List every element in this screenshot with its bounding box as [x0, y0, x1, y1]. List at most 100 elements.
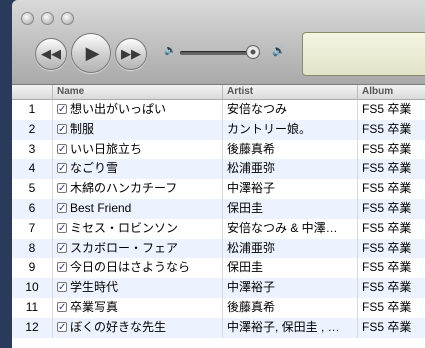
track-number: 8 [28, 240, 36, 255]
track-name: 制服 [70, 121, 95, 136]
track-name-cell: 木綿のハンカチーフ [52, 179, 222, 199]
track-album: FS5 卒業 [357, 297, 425, 318]
track-row[interactable]: 9 今日の日はさようなら 保田圭FS5 卒業 [12, 258, 425, 279]
track-list: 1想い出がいっぱい安倍なつみFS5 卒業2制服カントリー娘。FS5 卒業3いい日… [12, 100, 425, 348]
track-number: 3 [28, 141, 36, 156]
play-icon: ▶ [85, 42, 100, 63]
zoom-window-button[interactable] [61, 12, 74, 25]
track-album: FS5 卒業 [357, 317, 425, 338]
track-number: 6 [28, 200, 36, 215]
track-name-cell: 学生時代 [52, 278, 222, 298]
column-header: Name Artist Album [12, 85, 425, 100]
minimize-window-button[interactable] [41, 12, 54, 25]
track-enabled-checkbox[interactable] [57, 179, 67, 199]
previous-track-button[interactable]: ◀◀ [35, 38, 67, 70]
track-artist: カントリー娘。 [222, 119, 357, 140]
track-row[interactable]: 6 Best Friend 保田圭FS5 卒業 [12, 198, 425, 219]
track-artist: 保田圭 [222, 198, 357, 219]
track-name: なごり雪 [70, 161, 119, 176]
track-name-cell: 今日の日はさようなら [52, 258, 222, 279]
track-album: FS5 卒業 [357, 278, 425, 298]
track-name: ミセス・ロビンソン [70, 220, 179, 235]
track-row[interactable]: 12 ぼくの好きな先生 中澤裕子, 保田圭 , …FS5 卒業 [12, 317, 425, 338]
track-artist: 後藤真希 [222, 297, 357, 318]
track-name-cell: 制服 [52, 119, 222, 140]
track-row[interactable]: 10 学生時代 中澤裕子FS5 卒業 [12, 278, 425, 298]
track-album: FS5 卒業 [357, 218, 425, 239]
track-row[interactable]: 7 ミセス・ロビンソン 安倍なつみ & 中澤…FS5 卒業 [12, 218, 425, 239]
itunes-window: ◀◀ ▶ ▶▶ 🔈 🔊 Name Artist Album 1想い出がいっぱい安… [12, 0, 425, 348]
column-header-artist[interactable]: Artist [222, 85, 357, 99]
track-number: 1 [28, 102, 36, 116]
track-row[interactable]: 11 卒業写真 後藤真希FS5 卒業 [12, 297, 425, 318]
track-album: FS5 卒業 [357, 198, 425, 219]
track-name-cell: Best Friend [52, 198, 222, 219]
track-artist: 松浦亜弥 [222, 159, 357, 180]
empty-row [12, 338, 425, 348]
play-button[interactable]: ▶ [71, 33, 111, 73]
track-name-cell: スカボロー・フェア [52, 238, 222, 259]
track-enabled-checkbox[interactable] [57, 100, 67, 120]
status-display [302, 32, 425, 76]
column-header-name[interactable]: Name [52, 85, 222, 99]
track-artist: 中澤裕子 [222, 278, 357, 298]
track-row[interactable]: 4 なごり雪 松浦亜弥FS5 卒業 [12, 159, 425, 180]
track-enabled-checkbox[interactable] [57, 298, 67, 318]
track-album: FS5 卒業 [357, 258, 425, 279]
track-name: 想い出がいっぱい [70, 102, 167, 116]
track-enabled-checkbox[interactable] [57, 278, 67, 298]
track-album: FS5 卒業 [357, 100, 425, 120]
track-artist: 安倍なつみ [222, 100, 357, 120]
track-name-cell: なごり雪 [52, 159, 222, 180]
track-enabled-checkbox[interactable] [57, 140, 67, 159]
track-row[interactable]: 8 スカボロー・フェア 松浦亜弥FS5 卒業 [12, 238, 425, 259]
track-album: FS5 卒業 [357, 159, 425, 180]
track-enabled-checkbox[interactable] [57, 239, 67, 258]
track-name-cell: いい日旅立ち [52, 139, 222, 160]
track-album: FS5 卒業 [357, 119, 425, 140]
track-artist: 保田圭 [222, 258, 357, 279]
track-row[interactable]: 2 制服 カントリー娘。FS5 卒業 [12, 119, 425, 140]
volume-low-icon: 🔈 [164, 45, 177, 56]
track-number: 4 [28, 161, 36, 176]
volume-slider-thumb[interactable] [246, 45, 260, 59]
track-enabled-checkbox[interactable] [57, 199, 67, 219]
track-artist: 中澤裕子, 保田圭 , … [222, 317, 357, 338]
track-enabled-checkbox[interactable] [57, 159, 67, 179]
track-artist: 安倍なつみ & 中澤… [222, 218, 357, 239]
track-enabled-checkbox[interactable] [57, 318, 67, 338]
track-name: 学生時代 [70, 280, 119, 295]
track-enabled-checkbox[interactable] [57, 219, 67, 239]
track-number: 12 [25, 319, 39, 334]
toolbar: ◀◀ ▶ ▶▶ 🔈 🔊 [12, 0, 425, 85]
track-artist: 後藤真希 [222, 139, 357, 160]
track-number: 7 [28, 220, 36, 235]
close-window-button[interactable] [21, 12, 34, 25]
track-artist: 中澤裕子 [222, 179, 357, 199]
track-name: 卒業写真 [70, 299, 119, 314]
track-row[interactable]: 3 いい日旅立ち 後藤真希FS5 卒業 [12, 139, 425, 160]
fast-forward-icon: ▶▶ [121, 46, 141, 61]
track-name-cell: 想い出がいっぱい [52, 100, 222, 120]
track-album: FS5 卒業 [357, 238, 425, 259]
track-name: Best Friend [70, 200, 132, 215]
track-name-cell: 卒業写真 [52, 297, 222, 318]
track-number: 11 [25, 299, 39, 314]
track-name-cell: ミセス・ロビンソン [52, 218, 222, 239]
track-enabled-checkbox[interactable] [57, 120, 67, 140]
track-name: ぼくの好きな先生 [70, 319, 167, 334]
column-header-album[interactable]: Album [357, 85, 425, 99]
track-name: 今日の日はさようなら [70, 260, 191, 275]
track-enabled-checkbox[interactable] [57, 258, 67, 278]
track-number: 10 [25, 280, 39, 295]
track-number: 2 [28, 121, 36, 136]
track-row[interactable]: 1 想い出がいっぱい 安倍なつみFS5 卒業 [12, 100, 425, 120]
track-artist: 松浦亜弥 [222, 238, 357, 259]
track-name: スカボロー・フェア [70, 240, 179, 255]
track-row[interactable]: 5 木綿のハンカチーフ 中澤裕子FS5 卒業 [12, 179, 425, 199]
track-album: FS5 卒業 [357, 179, 425, 199]
track-album: FS5 卒業 [357, 139, 425, 160]
rewind-icon: ◀◀ [41, 46, 61, 61]
column-header-number[interactable] [12, 85, 52, 99]
next-track-button[interactable]: ▶▶ [115, 38, 147, 70]
